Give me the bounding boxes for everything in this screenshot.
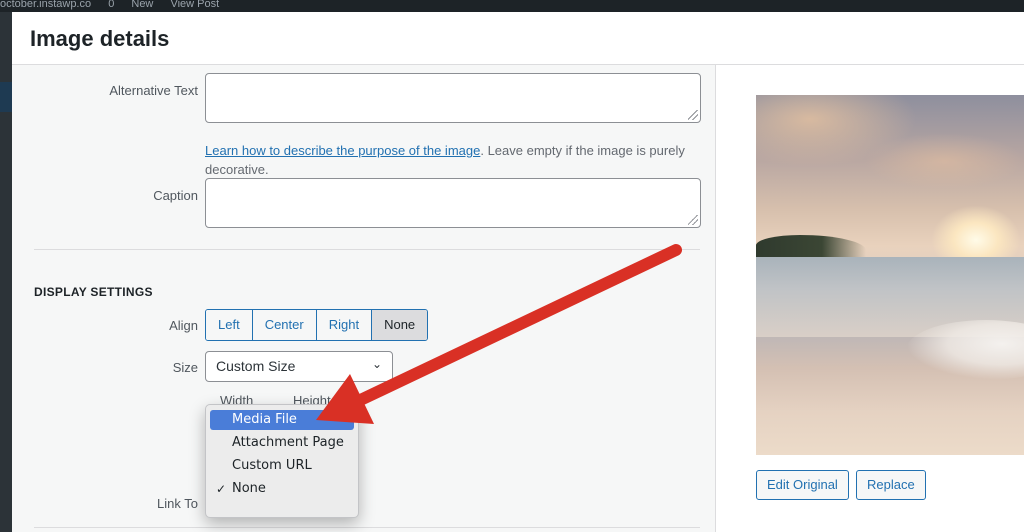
caption-field[interactable] <box>205 178 701 228</box>
link-option-media-file[interactable]: Media File <box>210 410 354 430</box>
resize-grip-icon[interactable] <box>688 215 698 225</box>
admin-sidebar-highlight <box>0 82 12 112</box>
admin-bar-site[interactable]: october.instawp.co <box>0 0 91 10</box>
align-right-button[interactable]: Right <box>316 310 373 340</box>
link-option-custom-url[interactable]: Custom URL <box>210 456 354 476</box>
checkmark-icon: ✓ <box>216 482 227 496</box>
image-clouds <box>756 95 1024 215</box>
chevron-down-icon: ⌄ <box>371 357 382 371</box>
admin-bar-new[interactable]: New <box>131 0 153 10</box>
link-option-none[interactable]: ✓ None <box>210 479 354 499</box>
caption-label: Caption <box>153 188 198 203</box>
link-option-label: Media File <box>232 412 297 427</box>
link-to-label: Link To <box>157 496 198 511</box>
admin-sidebar-backdrop <box>0 12 12 532</box>
image-preview <box>756 95 1024 455</box>
admin-bar: october.instawp.co 0 New View Post <box>0 0 1024 12</box>
link-option-label: Attachment Page <box>232 435 344 450</box>
section-divider <box>34 249 700 250</box>
link-option-label: Custom URL <box>232 458 312 473</box>
resize-grip-icon[interactable] <box>688 110 698 120</box>
align-center-button[interactable]: Center <box>252 310 317 340</box>
size-label: Size <box>172 360 198 375</box>
size-select[interactable]: Custom Size ⌄ <box>205 351 393 382</box>
align-left-button[interactable]: Left <box>206 310 253 340</box>
link-option-attachment-page[interactable]: Attachment Page <box>210 433 354 453</box>
size-select-value: Custom Size <box>216 358 296 374</box>
alt-text-label: Alternative Text <box>109 83 198 98</box>
replace-button[interactable]: Replace <box>856 470 926 500</box>
link-to-dropdown: Media File Attachment Page Custom URL ✓ … <box>205 404 359 518</box>
image-preview-pane: Edit Original Replace <box>715 65 1024 532</box>
link-option-label: None <box>232 481 266 496</box>
align-button-group: Left Center Right None <box>205 309 429 341</box>
align-label: Align <box>169 318 198 333</box>
alt-text-help: Learn how to describe the purpose of the… <box>205 141 695 179</box>
image-details-modal: Image details Alternative Text Learn how… <box>12 12 1024 532</box>
alt-text-help-link[interactable]: Learn how to describe the purpose of the… <box>205 143 480 158</box>
edit-original-button[interactable]: Edit Original <box>756 470 849 500</box>
modal-title: Image details <box>30 26 170 51</box>
admin-bar-view-post[interactable]: View Post <box>170 0 219 10</box>
modal-header: Image details <box>12 12 1024 65</box>
align-none-button[interactable]: None <box>372 310 428 340</box>
admin-bar-comments[interactable]: 0 <box>108 0 114 10</box>
display-settings-heading: DISPLAY SETTINGS <box>34 285 153 299</box>
alt-text-field[interactable] <box>205 73 701 123</box>
section-divider <box>34 527 700 528</box>
settings-pane: Alternative Text Learn how to describe t… <box>12 65 715 532</box>
